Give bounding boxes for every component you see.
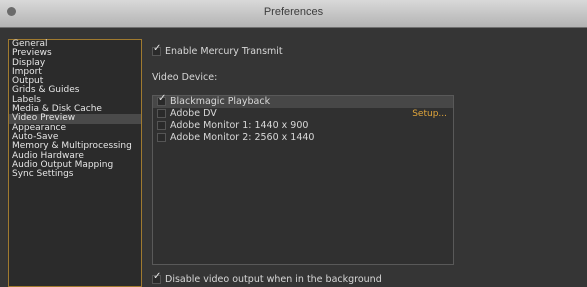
window-title: Preferences (263, 6, 324, 18)
device-label: Blackmagic Playback (170, 96, 271, 107)
enable-mercury-transmit-label: Enable Mercury Transmit (165, 46, 283, 57)
device-row-adobe-monitor-1[interactable]: Adobe Monitor 1: 1440 x 900 (153, 120, 453, 132)
disable-background-output-label: Disable video output when in the backgro… (165, 274, 382, 285)
device-checkbox[interactable] (157, 109, 166, 118)
device-label: Adobe Monitor 2: 2560 x 1440 (170, 132, 315, 143)
enable-mercury-transmit-checkbox[interactable] (152, 43, 161, 56)
device-checkbox[interactable] (157, 121, 166, 130)
device-row-adobe-dv[interactable]: Adobe DV Setup... (153, 108, 453, 120)
disable-background-output-checkbox[interactable] (152, 271, 161, 284)
device-label: Adobe DV (170, 108, 217, 119)
preferences-category-list[interactable]: General Previews Display Import Output G… (8, 39, 142, 287)
disable-background-output-row[interactable]: Disable video output when in the backgro… (152, 271, 382, 285)
enable-mercury-transmit-row[interactable]: Enable Mercury Transmit (152, 43, 283, 57)
video-device-label: Video Device: (152, 72, 218, 83)
sidebar-item-sync-settings[interactable]: Sync Settings (9, 169, 141, 179)
title-bar: Preferences (0, 0, 587, 28)
device-row-adobe-monitor-2[interactable]: Adobe Monitor 2: 2560 x 1440 (153, 132, 453, 144)
device-checkbox[interactable] (157, 93, 166, 106)
setup-link[interactable]: Setup... (412, 108, 447, 120)
device-row-blackmagic[interactable]: Blackmagic Playback (153, 93, 453, 108)
device-checkbox[interactable] (157, 133, 166, 142)
device-label: Adobe Monitor 1: 1440 x 900 (170, 120, 309, 131)
video-preview-panel: Enable Mercury Transmit Video Device: Bl… (152, 40, 582, 287)
video-device-list[interactable]: Blackmagic Playback Adobe DV Setup... Ad… (152, 93, 454, 265)
